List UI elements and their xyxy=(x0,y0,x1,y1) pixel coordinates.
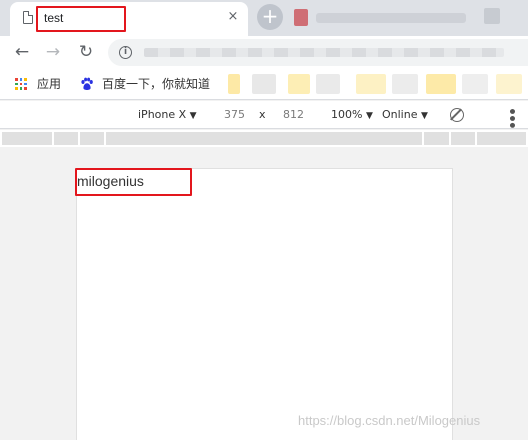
bookmark-redacted[interactable] xyxy=(462,74,488,94)
zoom-label: 100% xyxy=(331,108,363,121)
back-arrow-icon[interactable]: ← xyxy=(11,41,33,63)
apps-grid-icon[interactable] xyxy=(15,78,27,90)
annotation-box-page-text xyxy=(75,168,192,196)
watermark: https://blog.csdn.net/Milogenius xyxy=(298,413,481,428)
bookmark-redacted[interactable] xyxy=(288,74,310,94)
document-icon xyxy=(23,11,33,24)
bookmark-redacted[interactable] xyxy=(426,74,456,94)
baidu-paw-icon xyxy=(81,77,93,90)
media-query-segment[interactable] xyxy=(2,132,52,145)
media-query-segment[interactable] xyxy=(477,132,526,145)
zoom-select[interactable]: 100% ▼ xyxy=(331,108,373,123)
info-icon[interactable]: i xyxy=(119,46,132,59)
close-icon[interactable] xyxy=(484,8,500,24)
bookmark-baidu[interactable]: 百度一下，你就知道 xyxy=(102,76,210,92)
chevron-down-icon: ▼ xyxy=(420,111,428,121)
bookmark-redacted[interactable] xyxy=(392,74,418,94)
media-query-segment[interactable] xyxy=(54,132,78,145)
network-select[interactable]: Online ▼ xyxy=(382,108,428,123)
bookmarks-bar: 应用 百度一下，你就知道 xyxy=(0,68,528,100)
media-query-segment[interactable] xyxy=(451,132,475,145)
device-select[interactable]: iPhone X ▼ xyxy=(138,108,197,123)
bookmark-redacted[interactable] xyxy=(252,74,276,94)
url-redacted xyxy=(144,48,504,57)
width-input[interactable]: 375 xyxy=(224,108,245,122)
media-query-segment[interactable] xyxy=(424,132,449,145)
device-viewport: milogenius xyxy=(76,168,453,440)
address-bar[interactable]: i xyxy=(108,39,528,66)
chevron-down-icon: ▼ xyxy=(189,111,197,121)
media-query-segment[interactable] xyxy=(106,132,422,145)
device-toolbar: iPhone X ▼ 375 x 812 100% ▼ Online ▼ ••• xyxy=(0,101,528,129)
network-label: Online xyxy=(382,108,418,121)
bookmark-redacted[interactable] xyxy=(228,74,240,94)
chevron-down-icon: ▼ xyxy=(365,111,373,121)
browser-toolbar: ← → ↻ i xyxy=(0,36,528,68)
more-options-icon[interactable]: ••• xyxy=(503,107,519,128)
device-label: iPhone X xyxy=(138,108,187,121)
reload-icon[interactable]: ↻ xyxy=(75,41,97,63)
height-input[interactable]: 812 xyxy=(283,108,304,122)
bookmark-redacted[interactable] xyxy=(356,74,386,94)
tab-title-redacted xyxy=(316,13,466,23)
new-tab-button[interactable]: + xyxy=(257,4,283,30)
bookmark-redacted[interactable] xyxy=(316,74,340,94)
forward-arrow-icon[interactable]: → xyxy=(42,41,64,63)
tab-background[interactable] xyxy=(286,4,528,32)
rotate-icon[interactable] xyxy=(450,108,464,122)
media-query-bar xyxy=(0,130,528,147)
bookmark-redacted[interactable] xyxy=(496,74,522,94)
dimension-separator: x xyxy=(259,108,266,121)
close-icon[interactable]: × xyxy=(225,9,241,25)
tab-favicon-icon xyxy=(294,9,308,26)
bookmark-apps[interactable]: 应用 xyxy=(37,76,61,92)
media-query-segment[interactable] xyxy=(80,132,104,145)
annotation-box-tab xyxy=(36,6,126,32)
